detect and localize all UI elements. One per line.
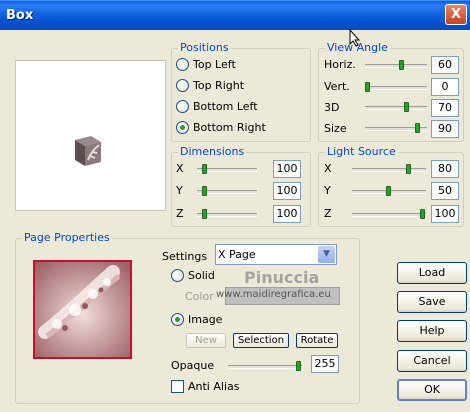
view-angle-vert-label: Vert. xyxy=(324,80,350,93)
view-angle-horiz-label: Horiz. xyxy=(324,58,356,71)
dimensions-y-label: Y xyxy=(176,184,183,197)
radio-label: Bottom Right xyxy=(193,121,266,134)
chevron-down-icon[interactable]: ▼ xyxy=(318,246,335,263)
light-z-label: Z xyxy=(324,207,332,220)
light-x-label: X xyxy=(324,162,332,175)
slider-thumb[interactable] xyxy=(296,361,301,371)
window-title: Box xyxy=(6,8,34,23)
color-swatch[interactable] xyxy=(225,287,340,305)
radio-button[interactable] xyxy=(176,121,189,134)
slider-thumb[interactable] xyxy=(420,209,425,219)
view-angle-vert-slider[interactable] xyxy=(365,82,427,92)
slider-thumb[interactable] xyxy=(202,209,207,219)
anti-alias-checkbox[interactable]: Anti Alias xyxy=(171,380,239,393)
mouse-cursor-icon xyxy=(349,29,361,47)
settings-value: X Page xyxy=(218,248,256,261)
box-preview-icon xyxy=(75,136,101,166)
radio-top-right[interactable]: Top Right xyxy=(176,79,244,92)
dimensions-z-label: Z xyxy=(176,207,184,220)
view-angle-horiz-slider[interactable] xyxy=(365,60,427,70)
view-angle-vert-input[interactable]: 0 xyxy=(431,78,459,96)
radio-button[interactable] xyxy=(171,269,184,282)
radio-solid[interactable]: Solid xyxy=(171,269,215,282)
dimensions-y-slider[interactable] xyxy=(197,186,257,196)
radio-bottom-left[interactable]: Bottom Left xyxy=(176,100,258,113)
close-icon: X xyxy=(450,7,462,22)
light-y-input[interactable]: 50 xyxy=(431,182,459,200)
light-z-input[interactable]: 100 xyxy=(431,205,459,223)
color-label: Color xyxy=(185,290,214,303)
radio-button[interactable] xyxy=(176,58,189,71)
page-properties-label: Page Properties xyxy=(22,231,112,244)
radio-button[interactable] xyxy=(171,313,184,326)
radio-button[interactable] xyxy=(176,79,189,92)
title-bar[interactable]: Box X xyxy=(0,0,470,30)
ok-button[interactable]: OK xyxy=(397,379,467,401)
radio-button[interactable] xyxy=(176,100,189,113)
dimensions-z-input[interactable]: 100 xyxy=(273,205,301,223)
radio-label: Top Left xyxy=(193,58,236,71)
radio-top-left[interactable]: Top Left xyxy=(176,58,236,71)
view-angle-3d-input[interactable]: 70 xyxy=(431,99,459,117)
view-angle-3d-label: 3D xyxy=(324,101,340,114)
checkbox-label: Anti Alias xyxy=(188,380,240,393)
load-button[interactable]: Load xyxy=(397,262,467,284)
flower-image-icon xyxy=(38,265,121,339)
view-angle-size-label: Size xyxy=(324,122,347,135)
radio-label: Bottom Left xyxy=(193,100,258,113)
page-image-preview[interactable] xyxy=(33,260,132,359)
settings-dropdown[interactable]: X Page ▼ xyxy=(215,244,337,265)
slider-thumb[interactable] xyxy=(202,186,207,196)
selection-button[interactable]: Selection xyxy=(233,333,289,348)
slider-thumb[interactable] xyxy=(365,82,370,92)
light-z-slider[interactable] xyxy=(352,209,426,219)
view-angle-horiz-input[interactable]: 60 xyxy=(431,56,459,74)
slider-thumb[interactable] xyxy=(415,123,420,133)
opaque-slider[interactable] xyxy=(228,361,302,371)
light-source-label: Light Source xyxy=(325,145,398,158)
slider-thumb[interactable] xyxy=(386,186,391,196)
dimensions-y-input[interactable]: 100 xyxy=(273,182,301,200)
new-button[interactable]: New xyxy=(186,333,226,348)
dimensions-x-slider[interactable] xyxy=(197,164,257,174)
opaque-label: Opaque xyxy=(171,359,215,372)
slider-thumb[interactable] xyxy=(399,60,404,70)
light-x-slider[interactable] xyxy=(352,164,426,174)
slider-thumb[interactable] xyxy=(406,164,411,174)
rotate-button[interactable]: Rotate xyxy=(296,333,338,348)
dimensions-x-label: X xyxy=(176,162,184,175)
opaque-input[interactable]: 255 xyxy=(311,355,339,373)
dimensions-x-input[interactable]: 100 xyxy=(273,160,301,178)
slider-thumb[interactable] xyxy=(202,164,207,174)
view-angle-size-slider[interactable] xyxy=(365,123,427,133)
checkbox[interactable] xyxy=(171,380,184,393)
light-y-label: Y xyxy=(324,184,331,197)
close-button[interactable]: X xyxy=(445,4,467,25)
radio-image[interactable]: Image xyxy=(171,313,222,326)
radio-bottom-right[interactable]: Bottom Right xyxy=(176,121,266,134)
view-angle-size-input[interactable]: 90 xyxy=(431,120,459,138)
settings-label: Settings xyxy=(162,250,208,263)
radio-label: Solid xyxy=(188,269,215,282)
dimensions-z-slider[interactable] xyxy=(197,209,257,219)
view-angle-3d-slider[interactable] xyxy=(365,102,427,112)
radio-label: Top Right xyxy=(193,79,245,92)
light-y-slider[interactable] xyxy=(352,186,426,196)
save-button[interactable]: Save xyxy=(397,291,467,313)
dimensions-label: Dimensions xyxy=(178,145,247,158)
box-preview xyxy=(15,60,166,211)
positions-label: Positions xyxy=(178,41,231,54)
cancel-button[interactable]: Cancel xyxy=(397,350,467,372)
light-x-input[interactable]: 80 xyxy=(431,160,459,178)
radio-label: Image xyxy=(188,313,223,326)
slider-thumb[interactable] xyxy=(404,102,409,112)
help-button[interactable]: Help xyxy=(397,320,467,342)
